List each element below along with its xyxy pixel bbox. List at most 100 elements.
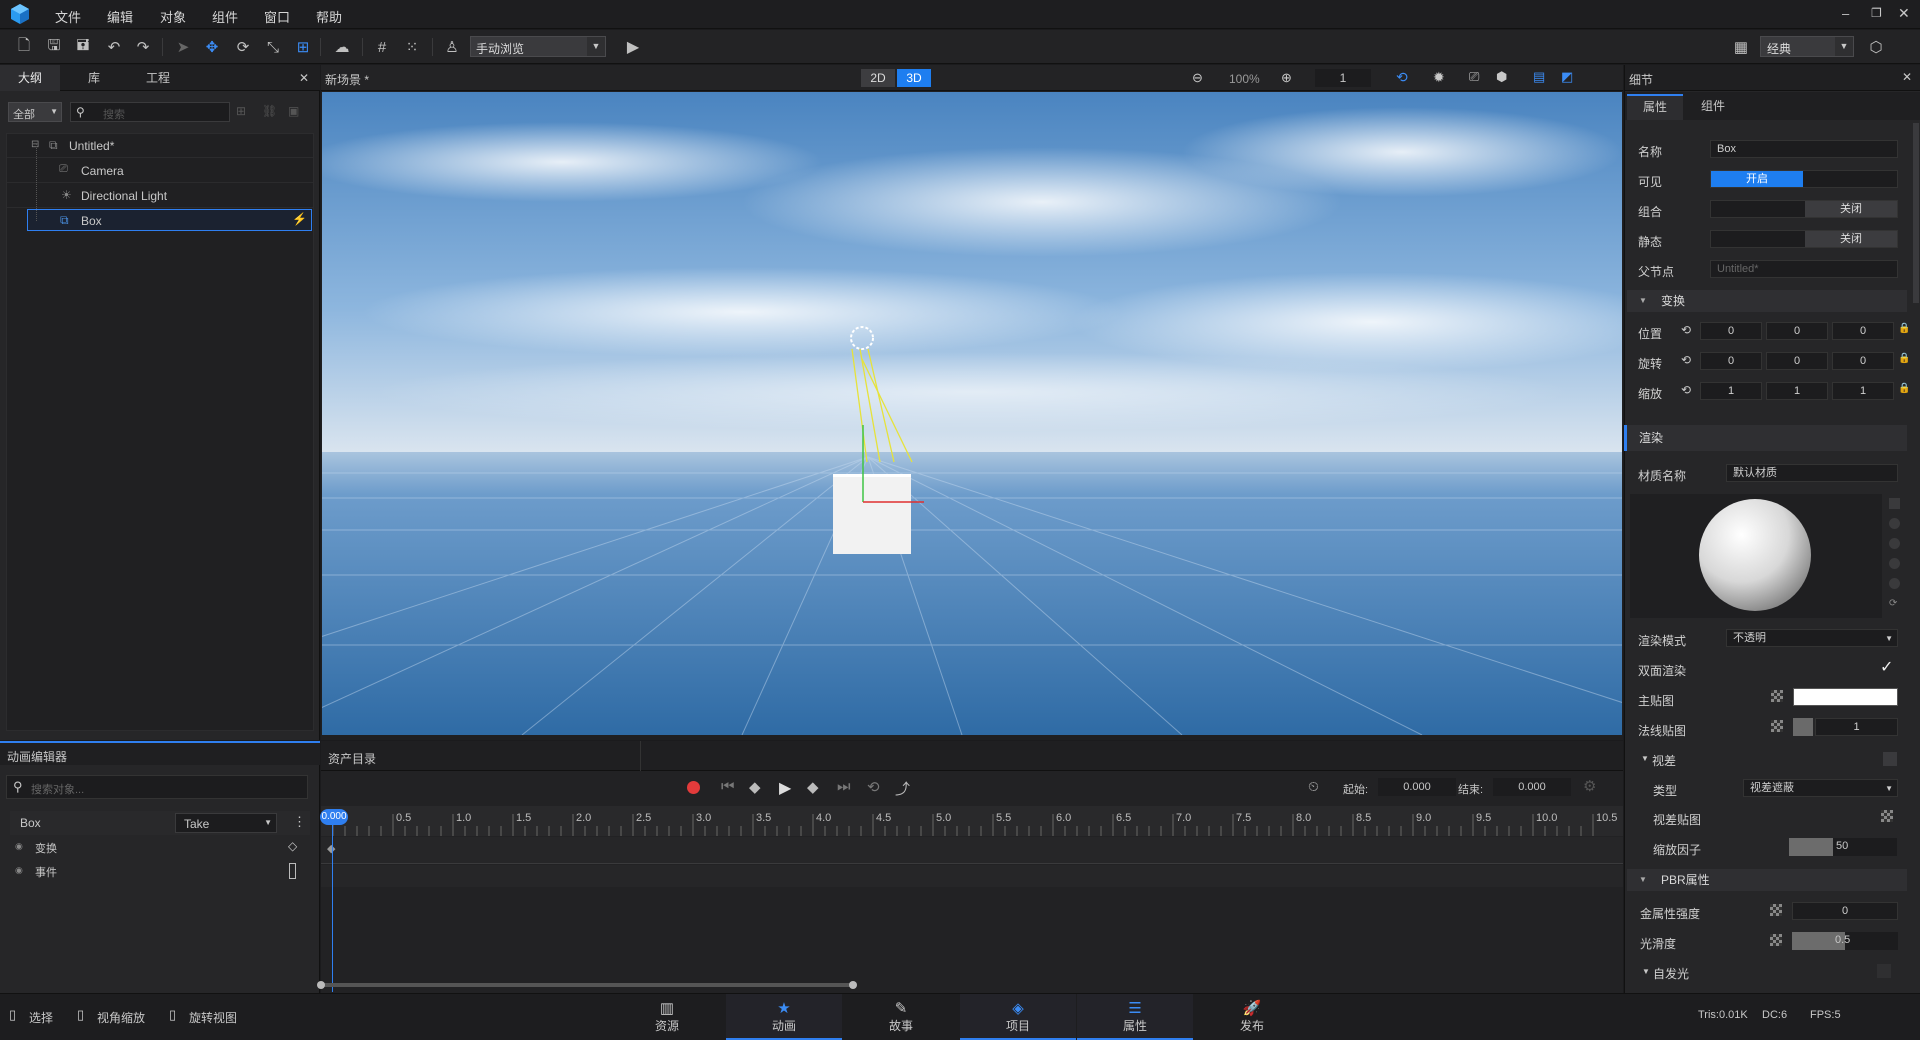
tab-project[interactable]: 工程 bbox=[128, 65, 188, 91]
tab-resources[interactable]: ▥ 资源 bbox=[609, 994, 725, 1040]
torus-shape-icon[interactable] bbox=[1889, 578, 1900, 589]
render-mode-select[interactable]: 不透明 ▼ bbox=[1726, 629, 1898, 647]
expand-icon[interactable]: ▼ bbox=[1642, 967, 1650, 976]
metal-value[interactable]: 0 bbox=[1792, 902, 1898, 920]
position-y[interactable]: 0 bbox=[1766, 322, 1828, 340]
track-row-event[interactable]: ◉ 事件 bbox=[10, 861, 310, 883]
lock-view-icon[interactable]: ▤ bbox=[1533, 69, 1545, 85]
scroll-handle-left[interactable] bbox=[317, 981, 325, 989]
tab-library[interactable]: 库 bbox=[64, 65, 124, 91]
layout-select[interactable]: 经典 ▼ bbox=[1760, 36, 1854, 57]
select-mouse-icon[interactable]: ▯ bbox=[9, 1007, 16, 1023]
rotation-x[interactable]: 0 bbox=[1700, 352, 1762, 370]
rotation-y[interactable]: 0 bbox=[1766, 352, 1828, 370]
static-off-button[interactable]: 关闭 bbox=[1805, 231, 1897, 247]
redo-icon[interactable]: ↷ bbox=[132, 36, 154, 58]
zoom-out-icon[interactable]: ⊖ bbox=[1192, 70, 1203, 86]
tab-properties[interactable]: 属性 bbox=[1627, 94, 1683, 120]
scale-z[interactable]: 1 bbox=[1832, 382, 1894, 400]
play-icon[interactable]: ▶ bbox=[622, 36, 644, 58]
person-icon[interactable]: ♙ bbox=[441, 36, 463, 58]
dot-grid-icon[interactable]: ⁙ bbox=[401, 36, 423, 58]
keyframe-diamond-icon[interactable]: ◇ bbox=[288, 839, 297, 853]
anim-search-input[interactable]: ⚲ 搜索对象... bbox=[6, 775, 308, 799]
tab-assets[interactable]: 资产目录 bbox=[321, 741, 641, 771]
position-x[interactable]: 0 bbox=[1700, 322, 1762, 340]
tab-properties-bottom[interactable]: ☰ 属性 bbox=[1077, 994, 1193, 1040]
reset-icon[interactable]: ⟲ bbox=[1681, 353, 1691, 367]
scale-y[interactable]: 1 bbox=[1766, 382, 1828, 400]
emissive-checkbox[interactable] bbox=[1877, 964, 1891, 978]
type-select[interactable]: 视差遮蔽 ▼ bbox=[1743, 779, 1898, 797]
count-field[interactable]: 1 bbox=[1315, 69, 1371, 87]
next-key-icon[interactable]: ◆ bbox=[807, 778, 819, 796]
sun-settings-icon[interactable]: ✹ bbox=[1433, 69, 1445, 86]
menu-edit[interactable]: 编辑 bbox=[107, 7, 133, 26]
layout-icon[interactable]: ▦ bbox=[1730, 36, 1752, 58]
play-icon[interactable]: ▶ bbox=[779, 778, 791, 798]
tree-node-box[interactable]: ⧉ Box ⚡ bbox=[27, 209, 312, 231]
prev-key-icon[interactable]: ◆ bbox=[749, 778, 761, 796]
scale-factor-slider[interactable]: 50 bbox=[1789, 838, 1897, 856]
rotate-tool-icon[interactable]: ⟳ bbox=[232, 36, 254, 58]
render-section[interactable]: 渲染 bbox=[1624, 425, 1907, 451]
scroll-handle-right[interactable] bbox=[849, 981, 857, 989]
group-off-button[interactable]: 关闭 bbox=[1805, 201, 1897, 217]
details-scrollbar[interactable] bbox=[1913, 123, 1919, 303]
event-marker-icon[interactable] bbox=[289, 863, 296, 879]
select-arrow-icon[interactable]: ➤ bbox=[172, 36, 194, 58]
start-field[interactable]: 0.000 bbox=[1378, 778, 1456, 796]
tree-node-camera[interactable]: ⎚ Camera bbox=[7, 159, 313, 183]
plane-shape-icon[interactable] bbox=[1889, 558, 1900, 569]
close-panel-icon[interactable]: ✕ bbox=[1902, 70, 1912, 84]
group-toggle[interactable]: 关闭 bbox=[1710, 200, 1898, 218]
normal-slider-fill[interactable] bbox=[1793, 718, 1813, 736]
playhead-line[interactable] bbox=[332, 822, 333, 992]
position-z[interactable]: 0 bbox=[1832, 322, 1894, 340]
restore-icon[interactable]: ❐ bbox=[1871, 6, 1882, 20]
lock-icon[interactable]: 🔒 bbox=[1898, 383, 1910, 394]
smooth-slider[interactable]: 0.5 bbox=[1792, 932, 1898, 950]
lightning-icon[interactable]: ⚡ bbox=[292, 212, 307, 226]
zoom-in-icon[interactable]: ⊕ bbox=[1281, 70, 1292, 86]
pbr-section[interactable]: PBR属性 bbox=[1627, 869, 1907, 891]
tree-node-root[interactable]: ⊟ ⧉ Untitled* bbox=[7, 134, 313, 158]
settings-hex-icon[interactable]: ⬡ bbox=[1865, 36, 1887, 58]
video-camera-icon[interactable]: ⎚ bbox=[1469, 69, 1479, 85]
tab-project-bottom[interactable]: ◈ 项目 bbox=[960, 994, 1076, 1040]
transform-section[interactable]: 变换 bbox=[1627, 290, 1907, 312]
curve-editor-icon[interactable]: ⤴ bbox=[895, 778, 910, 799]
lock-icon[interactable]: 🔒 bbox=[1898, 323, 1910, 334]
sphere-shape-icon[interactable] bbox=[1889, 518, 1900, 529]
texture-slot-icon[interactable] bbox=[1770, 904, 1782, 916]
tool-zoom[interactable]: 视角缩放 bbox=[97, 1009, 145, 1026]
scale-x[interactable]: 1 bbox=[1700, 382, 1762, 400]
tab-components[interactable]: 组件 bbox=[1685, 94, 1741, 120]
static-toggle[interactable]: 关闭 bbox=[1710, 230, 1898, 248]
export-icon[interactable]: ▣ bbox=[288, 104, 299, 118]
close-window-icon[interactable]: ✕ bbox=[1898, 5, 1910, 22]
outline-filter-select[interactable]: 全部 ▼ bbox=[8, 102, 62, 122]
cloud-icon[interactable]: ☁ bbox=[331, 36, 353, 58]
save-all-icon[interactable]: 🖬 bbox=[72, 36, 94, 58]
more-options-icon[interactable]: ⋮ bbox=[293, 814, 306, 830]
viewport-3d[interactable] bbox=[322, 92, 1622, 735]
take-select[interactable]: Take ▼ bbox=[175, 813, 277, 833]
texture-slot-icon[interactable] bbox=[1771, 690, 1783, 702]
move-tool-icon[interactable]: ✥ bbox=[201, 36, 223, 58]
mode-3d-button[interactable]: 3D bbox=[897, 69, 931, 87]
minimize-icon[interactable]: – bbox=[1842, 6, 1849, 21]
local-space-icon[interactable]: ⊞ bbox=[292, 36, 314, 58]
reset-icon[interactable]: ⟲ bbox=[1681, 383, 1691, 397]
event-track-lane[interactable] bbox=[321, 865, 1623, 887]
material-field[interactable]: 默认材质 bbox=[1726, 464, 1898, 482]
grid-icon[interactable]: # bbox=[371, 36, 393, 58]
cube-shape-icon[interactable] bbox=[1889, 498, 1900, 509]
tab-outline[interactable]: 大纲 bbox=[0, 65, 60, 91]
undo-icon[interactable]: ↶ bbox=[103, 36, 125, 58]
first-frame-icon[interactable]: ⏮ bbox=[721, 778, 735, 795]
timer-icon[interactable]: ⏲ bbox=[1308, 778, 1319, 795]
menu-window[interactable]: 窗口 bbox=[264, 7, 290, 26]
timeline-scrollbar[interactable] bbox=[319, 983, 853, 987]
texture-slot-icon[interactable] bbox=[1881, 810, 1893, 822]
